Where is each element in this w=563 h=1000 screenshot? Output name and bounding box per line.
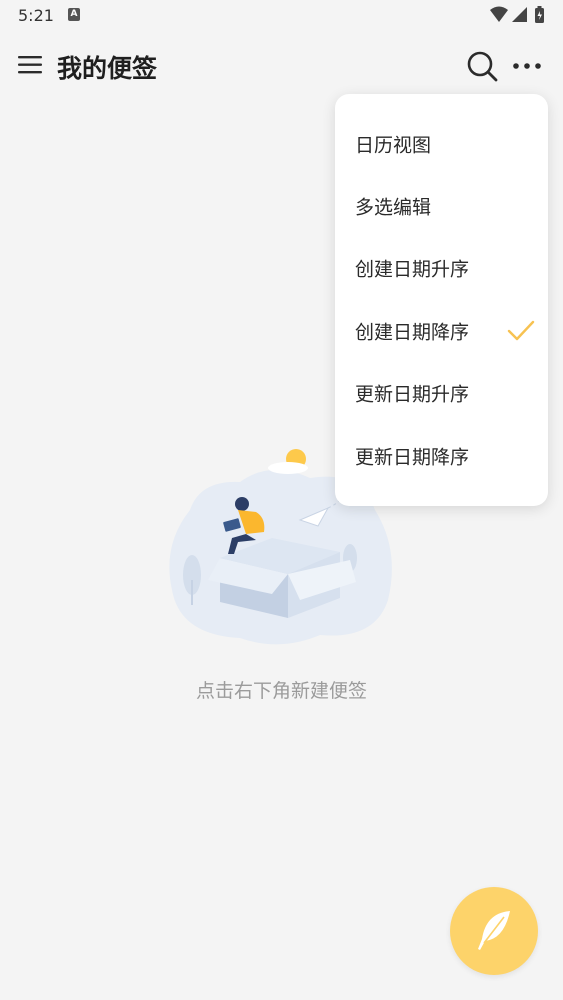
wifi-icon	[490, 6, 508, 22]
menu-item-label: 创建日期升序	[355, 258, 470, 281]
menu-item-label: 更新日期升序	[355, 383, 470, 406]
status-time: 5:21	[18, 6, 54, 25]
notification-app-icon: A	[68, 8, 80, 21]
page-title: 我的便签	[57, 54, 158, 83]
status-bar: 5:21 A	[0, 0, 563, 32]
new-note-button[interactable]	[450, 887, 538, 975]
menu-item-multi-select[interactable]: 多选编辑	[335, 175, 548, 237]
hamburger-menu-icon[interactable]	[16, 50, 46, 80]
menu-item-calendar-view[interactable]: 日历视图	[335, 113, 548, 175]
menu-item-label: 日历视图	[355, 134, 432, 157]
check-icon	[507, 320, 535, 341]
menu-item-label: 多选编辑	[355, 196, 432, 219]
menu-item-updated-asc[interactable]: 更新日期升序	[335, 362, 548, 424]
menu-item-updated-desc[interactable]: 更新日期降序	[335, 425, 548, 487]
menu-item-created-desc[interactable]: 创建日期降序	[335, 300, 548, 362]
sort-options-menu: 日历视图 多选编辑 创建日期升序 创建日期降序 更新日期升序 更新日期降序	[335, 94, 548, 506]
signal-icon	[512, 7, 527, 22]
feather-pen-icon	[478, 911, 510, 950]
menu-item-created-asc[interactable]: 创建日期升序	[335, 237, 548, 299]
menu-item-label: 创建日期降序	[355, 321, 470, 344]
status-icons	[489, 6, 549, 24]
empty-hint: 点击右下角新建便签	[195, 680, 367, 702]
battery-icon	[535, 6, 544, 23]
menu-item-label: 更新日期降序	[355, 446, 470, 469]
notes-screen: 5:21 A 我的便签 点击右下角新建便签 日历视图 多选编辑 创建日期升序 创…	[0, 0, 563, 1000]
search-icon[interactable]	[464, 48, 500, 84]
app-bar: 我的便签	[0, 40, 563, 92]
more-horizontal-icon[interactable]	[510, 48, 544, 84]
